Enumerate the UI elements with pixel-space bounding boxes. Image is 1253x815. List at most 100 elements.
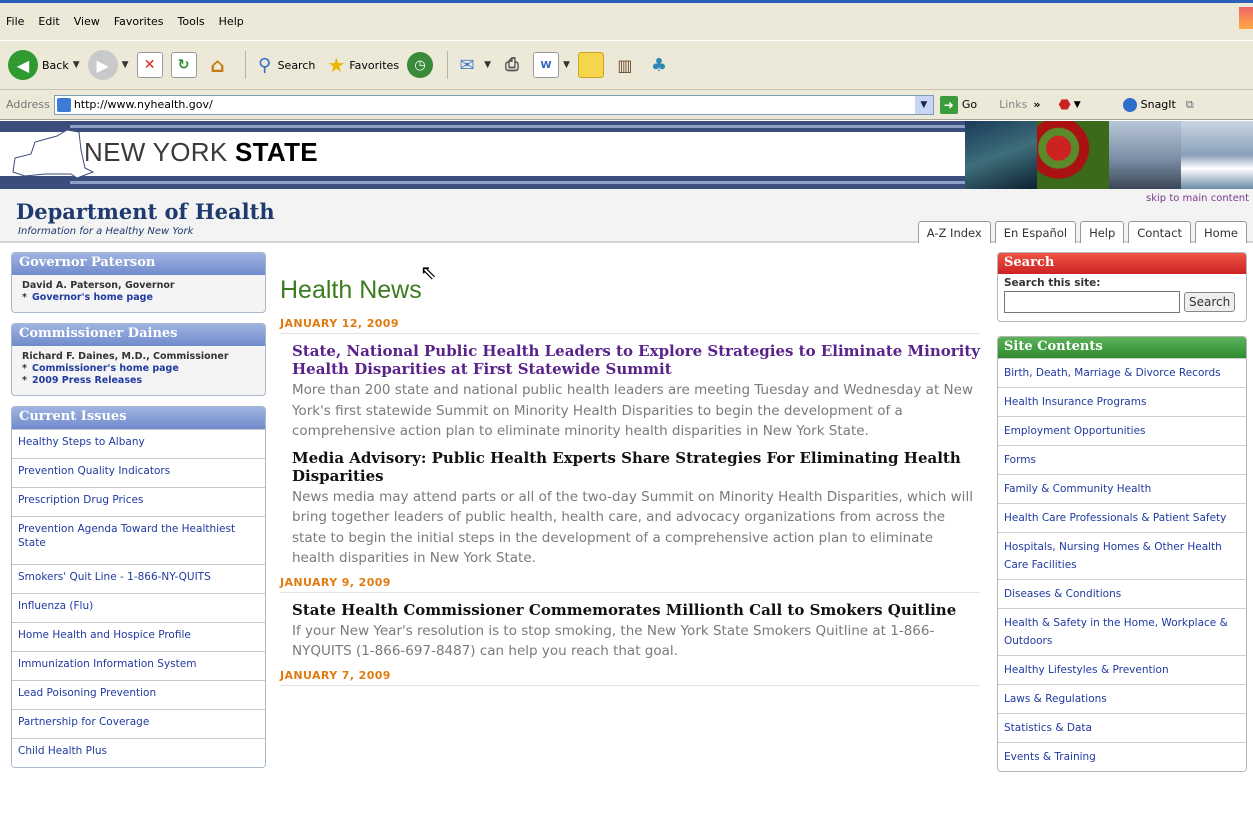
menu-file[interactable]: File	[6, 15, 24, 28]
messenger-button[interactable]: ♣	[646, 52, 672, 78]
department-title[interactable]: Department of Health	[16, 199, 275, 224]
tab-help[interactable]: Help	[1080, 221, 1125, 243]
menu-tools[interactable]: Tools	[178, 15, 205, 28]
contents-link[interactable]: Health Care Professionals & Patient Safe…	[998, 503, 1246, 532]
issue-link[interactable]: Prevention Agenda Toward the Healthiest …	[12, 516, 265, 564]
contents-link[interactable]: Birth, Death, Marriage & Divorce Records	[998, 358, 1246, 387]
banner-photos	[965, 121, 1253, 189]
issue-link[interactable]: Prescription Drug Prices	[12, 487, 265, 516]
history-icon: ◷	[407, 52, 434, 78]
contents-link[interactable]: Employment Opportunities	[998, 416, 1246, 445]
apples-image	[1037, 121, 1109, 189]
nys-title[interactable]: NEW YORK STATE	[84, 137, 318, 168]
mail-button[interactable]: ✉ ▼	[454, 52, 491, 78]
chevron-down-icon[interactable]: ▼	[73, 60, 80, 70]
print-icon: ⎙	[505, 55, 519, 75]
waterfall-image	[1181, 121, 1253, 189]
page-icon	[56, 97, 71, 112]
search-submit-button[interactable]: Search	[1184, 292, 1236, 312]
issue-link[interactable]: Healthy Steps to Albany	[12, 429, 265, 458]
issue-link[interactable]: Immunization Information System	[12, 651, 265, 680]
commissioner-home-link[interactable]: Commissioner's home page	[22, 363, 255, 375]
issue-link[interactable]: Prevention Quality Indicators	[12, 458, 265, 487]
history-button[interactable]: ◷	[407, 52, 434, 78]
chevron-down-icon[interactable]: ▼	[484, 60, 491, 70]
translate-icon[interactable]: ⬣	[1058, 97, 1070, 113]
press-releases-link[interactable]: 2009 Press Releases	[22, 375, 255, 387]
governor-heading: Governor Paterson	[12, 253, 265, 275]
edit-button[interactable]: W ▼	[532, 52, 570, 78]
tab-en-espanol[interactable]: En Español	[994, 221, 1077, 243]
contents-link[interactable]: Hospitals, Nursing Homes & Other Health …	[998, 532, 1246, 579]
site-contents-box: Site Contents Birth, Death, Marriage & D…	[997, 336, 1247, 772]
skip-to-main-link[interactable]: skip to main content	[1146, 193, 1249, 204]
menu-favorites[interactable]: Favorites	[114, 15, 164, 28]
search-icon: ⚲	[257, 54, 272, 76]
home-button[interactable]: ⌂	[205, 52, 231, 78]
stop-button[interactable]: ✕	[136, 52, 163, 78]
snagit-capture-icon[interactable]: ⧉	[1186, 98, 1194, 112]
contents-link[interactable]: Diseases & Conditions	[998, 579, 1246, 608]
notes-button[interactable]	[577, 52, 604, 78]
favorites-button[interactable]: ★ Favorites	[323, 52, 399, 78]
windows-logo-icon	[1239, 7, 1253, 29]
left-sidebar: Governor Paterson David A. Paterson, Gov…	[11, 252, 266, 778]
current-issues-heading: Current Issues	[12, 407, 265, 429]
links-label[interactable]: Links	[999, 98, 1027, 111]
search-heading: Search	[998, 253, 1246, 274]
contents-link[interactable]: Healthy Lifestyles & Prevention	[998, 655, 1246, 684]
menu-help[interactable]: Help	[219, 15, 244, 28]
tab-home[interactable]: Home	[1195, 221, 1247, 243]
contents-link[interactable]: Laws & Regulations	[998, 684, 1246, 713]
snagit-button[interactable]: SnagIt ⧉	[1122, 97, 1194, 112]
print-button[interactable]: ⎙	[499, 52, 525, 78]
governor-home-link[interactable]: Governor's home page	[22, 292, 255, 304]
contents-link[interactable]: Family & Community Health	[998, 474, 1246, 503]
forward-arrow-icon: ▶	[87, 50, 118, 80]
tab-contact[interactable]: Contact	[1128, 221, 1192, 243]
snagit-icon	[1122, 97, 1137, 112]
issue-link[interactable]: Child Health Plus	[12, 738, 265, 767]
nys-banner: NEW YORK STATE	[0, 121, 1253, 189]
refresh-button[interactable]: ↻	[170, 52, 197, 78]
contents-link[interactable]: Health & Safety in the Home, Workplace &…	[998, 608, 1246, 655]
nys-title-bold: STATE	[235, 137, 318, 167]
web-page: NEW YORK STATE Department of Health Info…	[0, 121, 1253, 815]
article-headline-link[interactable]: State, National Public Health Leaders to…	[292, 342, 980, 378]
issue-link[interactable]: Influenza (Flu)	[12, 593, 265, 622]
menu-view[interactable]: View	[74, 15, 100, 28]
article-headline-link[interactable]: State Health Commissioner Commemorates M…	[292, 601, 980, 619]
search-input[interactable]	[1004, 291, 1180, 313]
tab-a-z-index[interactable]: A-Z Index	[917, 221, 991, 243]
issue-link[interactable]: Smokers' Quit Line - 1-866-NY-QUITS	[12, 564, 265, 593]
right-sidebar: Search Search this site: Search Site Con…	[997, 252, 1247, 786]
go-button[interactable]: ➜ Go	[939, 95, 978, 114]
governor-box: Governor Paterson David A. Paterson, Gov…	[11, 252, 266, 313]
address-input[interactable]: http://www.nyhealth.gov/ ▼	[53, 94, 934, 115]
address-url[interactable]: http://www.nyhealth.gov/	[74, 98, 213, 111]
article-headline-link[interactable]: Media Advisory: Public Health Experts Sh…	[292, 449, 980, 485]
issue-link[interactable]: Lead Poisoning Prevention	[12, 680, 265, 709]
chevron-down-icon[interactable]: ▼	[563, 60, 570, 70]
chevron-down-icon[interactable]: ▼	[1074, 100, 1081, 110]
contents-link[interactable]: Statistics & Data	[998, 713, 1246, 742]
forward-button[interactable]: ▶ ▼	[87, 50, 129, 80]
search-button[interactable]: ⚲ Search	[252, 52, 315, 78]
commissioner-box: Commissioner Daines Richard F. Daines, M…	[11, 323, 266, 396]
issue-link[interactable]: Partnership for Coverage	[12, 709, 265, 738]
contents-link[interactable]: Health Insurance Programs	[998, 387, 1246, 416]
commissioner-heading: Commissioner Daines	[12, 324, 265, 346]
chevron-down-icon[interactable]: ▼	[122, 60, 129, 70]
menu-edit[interactable]: Edit	[38, 15, 59, 28]
back-button[interactable]: ◀ Back ▼	[8, 50, 80, 80]
go-label: Go	[961, 98, 978, 111]
current-issues-box: Current Issues Healthy Steps to Albany P…	[11, 406, 266, 768]
research-button[interactable]: ▥	[612, 52, 638, 78]
links-more[interactable]: »	[1033, 98, 1040, 111]
contents-link[interactable]: Forms	[998, 445, 1246, 474]
issue-link[interactable]: Home Health and Hospice Profile	[12, 622, 265, 651]
back-arrow-icon: ◀	[8, 50, 38, 80]
chevron-down-icon[interactable]: ▼	[914, 95, 933, 114]
search-box: Search Search this site: Search	[997, 252, 1247, 322]
contents-link[interactable]: Events & Training	[998, 742, 1246, 771]
